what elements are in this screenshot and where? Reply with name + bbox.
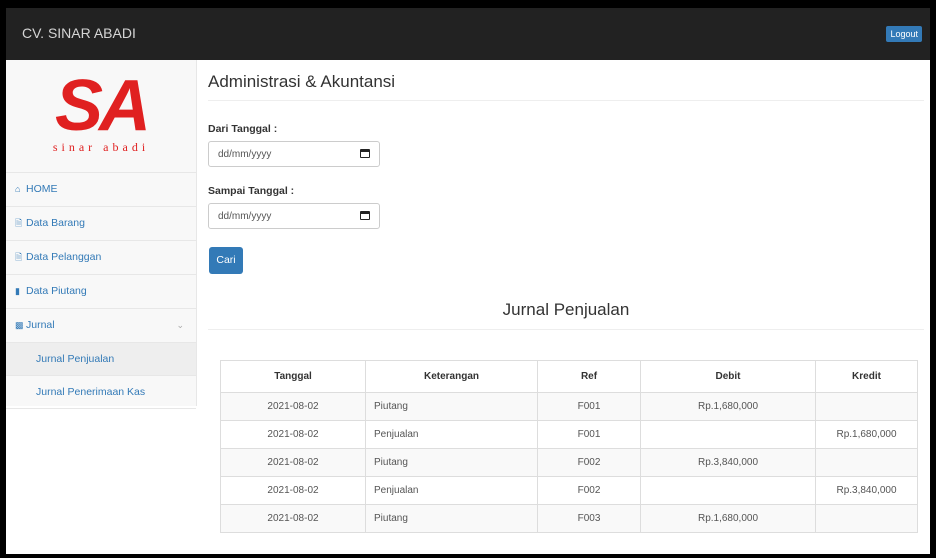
sidebar-item-jurnal[interactable]: ▩ Jurnal ⌄ <box>6 309 196 343</box>
sidebar-subitem-jurnal-penerimaan-kas[interactable]: Jurnal Penerimaan Kas <box>6 376 196 409</box>
sidebar-item-label: Jurnal <box>26 319 55 331</box>
page-title: Administrasi & Akuntansi <box>208 72 396 91</box>
table-row: 2021-08-02 Penjualan F001 Rp.1,680,000 <box>220 420 918 449</box>
journal-table: Tanggal Keterangan Ref Debit Kredit 2021… <box>220 360 918 533</box>
sidebar-item-label: Data Piutang <box>26 285 87 297</box>
cell-credit: Rp.3,840,000 <box>815 476 918 505</box>
cell-credit <box>815 448 918 477</box>
book-icon: ▮ <box>15 286 20 296</box>
calendar-icon[interactable] <box>360 211 370 220</box>
home-icon: ⌂ <box>15 184 21 194</box>
cell-credit: Rp.1,680,000 <box>815 420 918 449</box>
cell-date: 2021-08-02 <box>220 420 366 449</box>
cell-ref: F002 <box>537 476 641 505</box>
sidebar-subitem-jurnal-penjualan[interactable]: Jurnal Penjualan <box>6 343 196 376</box>
cell-description: Piutang <box>365 448 538 477</box>
logo-tagline: sinar abadi <box>52 140 150 154</box>
search-button[interactable]: Cari <box>209 247 243 274</box>
divider <box>208 329 924 330</box>
chart-icon: ▩ <box>15 320 24 330</box>
calendar-icon[interactable] <box>360 149 370 158</box>
sidebar-item-data-barang[interactable]: 🗎 Data Barang <box>6 207 196 241</box>
cell-date: 2021-08-02 <box>220 392 366 421</box>
sidebar-item-data-pelanggan[interactable]: 🗎 Data Pelanggan <box>6 241 196 275</box>
cell-ref: F001 <box>537 420 641 449</box>
from-date-placeholder: dd/mm/yyyy <box>218 149 272 160</box>
column-header: Kredit <box>815 360 918 393</box>
cell-date: 2021-08-02 <box>220 504 366 533</box>
to-date-input[interactable]: dd/mm/yyyy <box>208 203 380 229</box>
logout-button[interactable]: Logout <box>886 26 922 42</box>
logo: SA sinar abadi <box>6 60 196 173</box>
cell-description: Piutang <box>365 504 538 533</box>
column-header: Debit <box>640 360 816 393</box>
sidebar-item-label: Data Barang <box>26 217 85 229</box>
cell-credit <box>815 392 918 421</box>
from-date-input[interactable]: dd/mm/yyyy <box>208 141 380 167</box>
to-date-placeholder: dd/mm/yyyy <box>218 211 272 222</box>
cell-debit: Rp.1,680,000 <box>640 504 816 533</box>
column-header: Tanggal <box>220 360 366 393</box>
chevron-down-icon: ⌄ <box>176 320 184 330</box>
cell-description: Penjualan <box>365 420 538 449</box>
app-window: CV. SINAR ABADI Logout SA sinar abadi ⌂ H… <box>6 8 930 554</box>
file-icon: 🗎 <box>15 252 23 262</box>
column-header: Keterangan <box>365 360 538 393</box>
cell-description: Piutang <box>365 392 538 421</box>
table-row: 2021-08-02 Piutang F001 Rp.1,680,000 <box>220 392 918 421</box>
sidebar-item-home[interactable]: ⌂ HOME <box>6 173 196 207</box>
table-header-row: Tanggal Keterangan Ref Debit Kredit <box>220 360 918 393</box>
table-row: 2021-08-02 Piutang F002 Rp.3,840,000 <box>220 448 918 477</box>
divider <box>208 100 924 101</box>
from-date-label: Dari Tanggal : <box>208 123 278 135</box>
cell-ref: F003 <box>537 504 641 533</box>
cell-ref: F002 <box>537 448 641 477</box>
cell-credit <box>815 504 918 533</box>
section-title: Jurnal Penjualan <box>502 300 630 319</box>
cell-debit: Rp.1,680,000 <box>640 392 816 421</box>
sidebar-item-data-piutang[interactable]: ▮ Data Piutang <box>6 275 196 309</box>
cell-debit <box>640 476 816 505</box>
cell-debit: Rp.3,840,000 <box>640 448 816 477</box>
cell-date: 2021-08-02 <box>220 476 366 505</box>
cell-debit <box>640 420 816 449</box>
top-navbar: CV. SINAR ABADI Logout <box>6 8 930 60</box>
to-date-label: Sampai Tanggal : <box>208 185 295 197</box>
cell-date: 2021-08-02 <box>220 448 366 477</box>
brand-title[interactable]: CV. SINAR ABADI <box>22 25 136 41</box>
sidebar-item-label: Data Pelanggan <box>26 251 102 263</box>
sidebar: SA sinar abadi ⌂ HOME 🗎 Data Barang 🗎 Data … <box>6 60 197 409</box>
file-icon: 🗎 <box>15 218 23 228</box>
cell-ref: F001 <box>537 392 641 421</box>
logo-mark: SA <box>54 66 151 146</box>
sidebar-item-label: HOME <box>26 183 58 195</box>
column-header: Ref <box>537 360 641 393</box>
table-row: 2021-08-02 Piutang F003 Rp.1,680,000 <box>220 504 918 533</box>
cell-description: Penjualan <box>365 476 538 505</box>
table-row: 2021-08-02 Penjualan F002 Rp.3,840,000 <box>220 476 918 505</box>
